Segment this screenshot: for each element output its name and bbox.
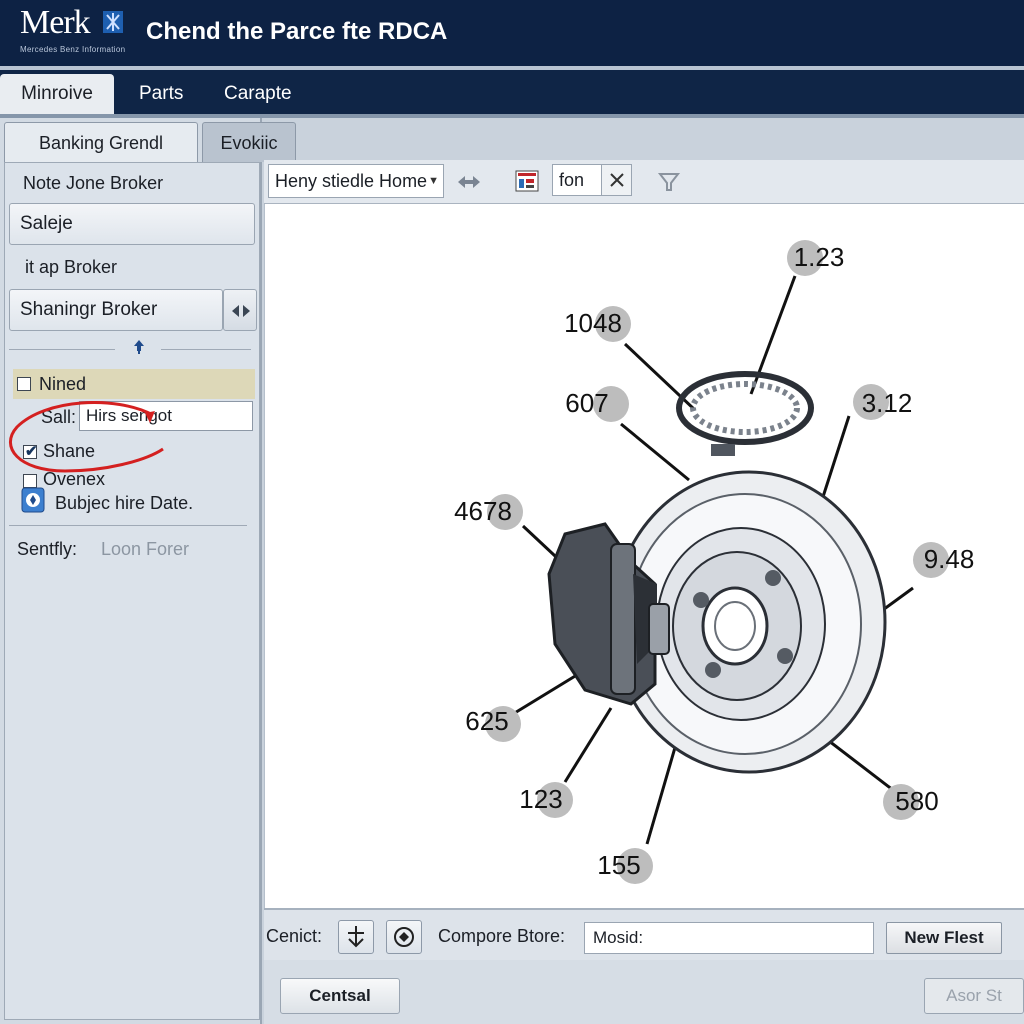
- status-value: Loon Forer: [101, 539, 190, 559]
- sidebar: Banking Grendl Evokiic Note Jone Broker …: [0, 118, 296, 1024]
- tab-label: Carapte: [224, 83, 292, 104]
- double-arrow-icon: [232, 305, 250, 317]
- tab-carapte[interactable]: Carapte: [224, 74, 314, 114]
- callout-label: 3.12: [862, 388, 913, 418]
- main-nav: Minroive Parts Carapte: [0, 70, 1024, 114]
- logo-mark-icon: [103, 11, 123, 33]
- cenict-label: Cenict:: [266, 926, 323, 946]
- tab-label: Parts: [139, 83, 184, 104]
- clear-search-button[interactable]: [601, 165, 631, 195]
- callout-label: 580: [895, 786, 938, 816]
- expand-button[interactable]: [223, 289, 257, 331]
- centsal-button[interactable]: Centsal: [280, 978, 400, 1014]
- callout-badge-7[interactable]: 625: [465, 706, 521, 742]
- callout-badge-5[interactable]: 4678: [454, 494, 523, 530]
- button-label: Shaningr Broker: [20, 299, 158, 320]
- compare-input[interactable]: Mosid:: [584, 922, 874, 954]
- callout-label: 4678: [454, 496, 512, 526]
- tab-minroive[interactable]: Minroive: [0, 74, 114, 114]
- callout-label: 123: [519, 784, 562, 814]
- shane-checkbox[interactable]: ✔: [23, 443, 38, 460]
- callout-label: 1048: [564, 308, 622, 338]
- close-icon: [610, 173, 624, 187]
- search-value: fon: [559, 170, 585, 190]
- tab-parts[interactable]: Parts: [139, 74, 199, 114]
- search-input[interactable]: fon: [552, 164, 632, 196]
- subtab-banking-grendl[interactable]: Banking Grendl: [4, 122, 198, 162]
- callout-badge-6[interactable]: 9.48: [913, 542, 974, 578]
- settings-button[interactable]: [386, 920, 422, 954]
- shane-label: Shane: [43, 441, 96, 461]
- check-icon: ✔: [25, 443, 38, 460]
- new-flest-button[interactable]: New Flest: [886, 922, 1002, 954]
- callout-label: 9.48: [924, 544, 975, 574]
- ovenex-label: Ovenex: [43, 469, 106, 489]
- pin-icon[interactable]: [131, 339, 147, 355]
- brake-assembly-diagram: 1.23 1048 607 3.12 4678 9.48 625 123 155…: [454, 240, 974, 884]
- filter-icon[interactable]: [656, 170, 682, 194]
- subject-date-icon[interactable]: [21, 487, 45, 513]
- asor-st-button[interactable]: Asor St: [924, 978, 1024, 1014]
- callout-badge-3[interactable]: 607: [565, 386, 629, 422]
- content-toolbar: Heny stiedle Home ▼ fon: [264, 160, 1024, 204]
- callout-label: 607: [565, 388, 608, 418]
- logo-text: Merk: [20, 4, 91, 41]
- callout-badge-10[interactable]: 580: [883, 784, 939, 820]
- callout-label: 155: [597, 850, 640, 880]
- nined-checkbox[interactable]: [17, 377, 31, 391]
- subtab-label: Evokiic: [220, 133, 278, 153]
- align-button[interactable]: [338, 920, 374, 954]
- footer: Centsal Asor St: [264, 960, 1024, 1024]
- sidebar-item-note-jone-broker[interactable]: Note Jone Broker: [23, 173, 163, 194]
- section-divider: [161, 349, 251, 350]
- callout-badge-8[interactable]: 123: [519, 782, 573, 818]
- sidebar-panel: Note Jone Broker Saleje it ap Broker Sha…: [4, 162, 260, 1020]
- dropdown-value: Heny stiedle Home: [275, 171, 428, 191]
- button-label: Saleje: [20, 213, 73, 234]
- subtab-label: Banking Grendl: [38, 133, 164, 153]
- section-divider: [9, 525, 247, 526]
- callout-badge-2[interactable]: 1048: [564, 306, 631, 342]
- diagram-canvas: 1.23 1048 607 3.12 4678 9.48 625 123 155…: [264, 204, 1024, 908]
- swap-arrows-icon[interactable]: [456, 172, 482, 192]
- gear-icon: [394, 927, 414, 947]
- retaining-ring: [676, 371, 814, 456]
- callout-badge-9[interactable]: 155: [597, 848, 653, 884]
- callout-label: 625: [465, 706, 508, 736]
- align-down-icon: [348, 926, 364, 948]
- view-dropdown[interactable]: Heny stiedle Home ▼: [268, 164, 444, 198]
- logo: Merk Mercedes Benz Information: [18, 4, 136, 60]
- nined-row: Nined: [13, 369, 255, 399]
- compare-label: Compore Btore:: [438, 926, 566, 946]
- app-title: Chend the Parce fte RDCA: [146, 18, 448, 45]
- status-label: Sentfly:: [17, 539, 78, 559]
- subject-date-label[interactable]: Bubjec hire Date.: [55, 493, 193, 514]
- sidebar-item-it-ap-broker[interactable]: it ap Broker: [25, 257, 117, 278]
- subtab-evokiic[interactable]: Evokiic: [202, 122, 296, 162]
- title-bar: Merk Mercedes Benz Information Chend the…: [0, 0, 1024, 66]
- bottom-bar: Cenict: Compore Btore: Mosid: New Flest: [264, 908, 1024, 960]
- callout-badge-1[interactable]: 1.23: [787, 240, 844, 276]
- chevron-down-icon: ▼: [428, 175, 439, 187]
- saleje-button[interactable]: Saleje: [9, 203, 255, 245]
- section-divider: [9, 349, 115, 350]
- gallery-icon[interactable]: [514, 168, 540, 194]
- ovenex-checkbox[interactable]: [23, 474, 37, 488]
- nined-label: Nined: [39, 374, 87, 394]
- callout-badge-4[interactable]: 3.12: [853, 384, 912, 420]
- logo-tagline: Mercedes Benz Information: [20, 45, 126, 54]
- tab-label: Minroive: [21, 83, 93, 104]
- callout-label: 1.23: [794, 242, 845, 272]
- shaningr-broker-button[interactable]: Shaningr Broker: [9, 289, 223, 331]
